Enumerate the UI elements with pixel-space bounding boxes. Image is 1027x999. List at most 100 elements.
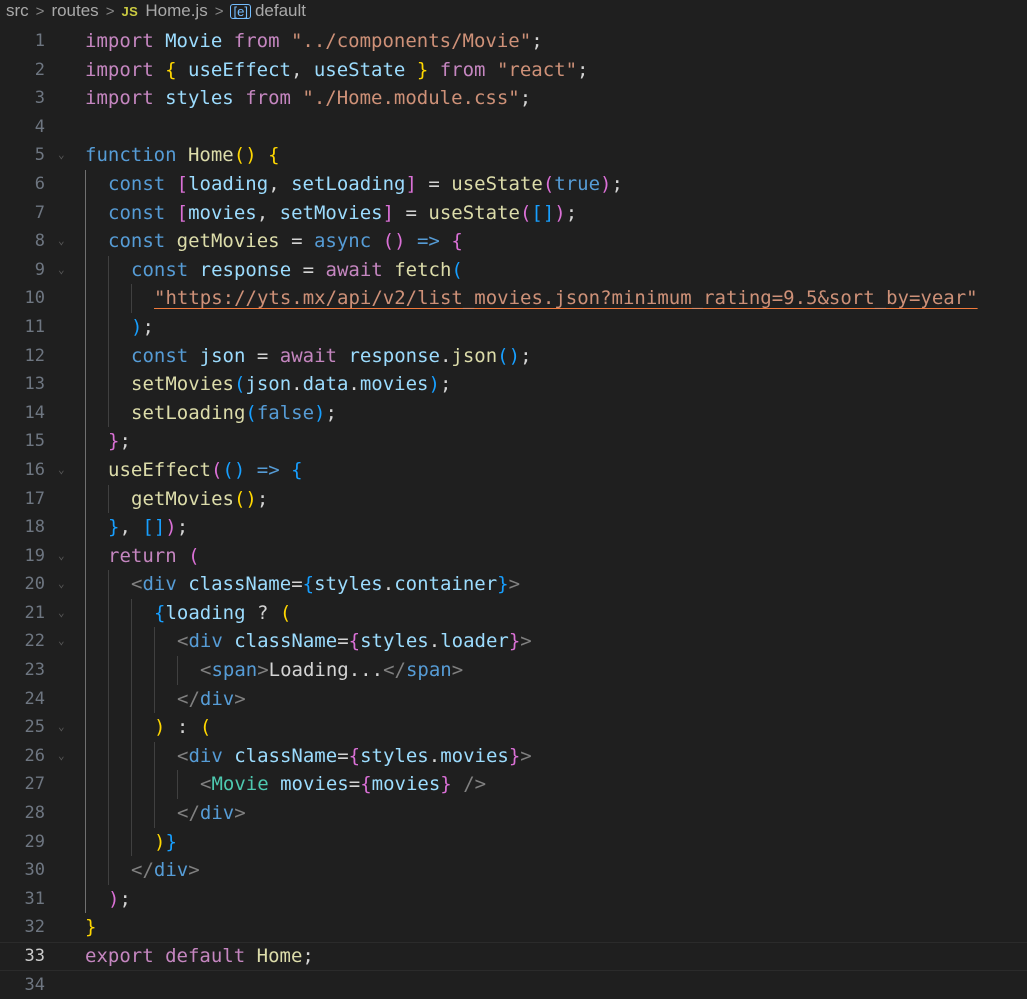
code-line[interactable]: 9 ⌄ const response = await fetch( — [0, 255, 1027, 285]
fold-chevron-icon[interactable]: ⌄ — [58, 627, 65, 656]
code-line[interactable]: 7 const [movies, setMovies] = useState([]… — [0, 198, 1027, 228]
code-line[interactable]: 11); — [0, 312, 1027, 342]
code-token: movies — [188, 201, 257, 224]
code-text[interactable]: <div className={styles.movies}> — [177, 742, 532, 771]
code-text[interactable]: setLoading(false); — [131, 399, 337, 428]
code-line[interactable]: 24 </div> — [0, 684, 1027, 714]
code-text[interactable]: ) : ( — [154, 713, 211, 742]
code-token: div — [142, 573, 177, 596]
code-line[interactable]: 8 ⌄ const getMovies = async () => { — [0, 227, 1027, 256]
code-line[interactable]: 28 </div> — [0, 799, 1027, 828]
code-token: getMovies — [131, 487, 234, 510]
code-line[interactable]: 29)} — [0, 827, 1027, 857]
code-line-current[interactable]: 33 export default Home; — [0, 942, 1027, 971]
code-line[interactable]: 1 import Movie from "../components/Movie"… — [0, 27, 1027, 56]
code-line[interactable]: 21 ⌄ {loading ? ( — [0, 598, 1027, 628]
code-line[interactable]: 2 import { useEffect, useState } from "re… — [0, 56, 1027, 85]
code-text[interactable]: export default Home; — [85, 942, 314, 971]
fold-chevron-icon[interactable]: ⌄ — [58, 570, 65, 599]
code-text[interactable]: useEffect(() => { — [108, 456, 303, 485]
code-line[interactable]: 3 import styles from "./Home.module.css"; — [0, 84, 1027, 113]
code-text[interactable]: <Movie movies={movies} /> — [200, 770, 486, 799]
indent-guide — [85, 455, 86, 485]
code-text[interactable]: const [movies, setMovies] = useState([])… — [108, 199, 577, 228]
breadcrumb-item-symbol[interactable]: [e] default — [230, 1, 306, 21]
indent-guide — [85, 770, 86, 800]
code-line[interactable]: 14 setLoading(false); — [0, 398, 1027, 428]
code-text[interactable]: } — [85, 913, 96, 942]
code-line[interactable]: 15}; — [0, 427, 1027, 456]
code-line[interactable]: 27 <Movie movies={movies} /> — [0, 770, 1027, 800]
fold-chevron-icon[interactable]: ⌄ — [58, 742, 65, 771]
code-line[interactable]: 34 — [0, 971, 1027, 999]
code-line[interactable]: 23 <span>Loading...</span> — [0, 656, 1027, 685]
line-number: 34 — [24, 974, 45, 995]
code-text[interactable]: </div> — [177, 685, 246, 714]
code-text[interactable]: import Movie from "../components/Movie"; — [85, 27, 543, 56]
code-text[interactable]: "https://yts.mx/api/v2/list_movies.json?… — [154, 284, 978, 313]
code-text[interactable]: }; — [108, 427, 131, 456]
fold-chevron-icon[interactable]: ⌄ — [58, 456, 65, 485]
code-line[interactable]: 30 </div> — [0, 856, 1027, 885]
code-line[interactable]: 31); — [0, 884, 1027, 914]
code-text[interactable]: <div className={styles.loader}> — [177, 627, 532, 656]
code-line[interactable]: 20 ⌄ <div className={styles.container}> — [0, 570, 1027, 599]
code-text[interactable]: function Home() { — [85, 141, 280, 170]
code-line[interactable]: 5 ⌄ function Home() { — [0, 141, 1027, 170]
code-token: . — [291, 373, 303, 396]
fold-chevron-icon[interactable]: ⌄ — [58, 256, 65, 285]
code-token: json — [199, 344, 246, 367]
code-line[interactable]: 10 "https://yts.mx/api/v2/list_movies.jso… — [0, 284, 1027, 313]
code-text[interactable]: <div className={styles.container}> — [131, 570, 520, 599]
code-text[interactable]: ); — [108, 885, 131, 914]
breadcrumb-item-src[interactable]: src — [0, 1, 29, 21]
code-token: </ — [383, 659, 406, 682]
code-line[interactable]: 17 getMovies(); — [0, 484, 1027, 514]
code-line[interactable]: 19 ⌄ return ( — [0, 541, 1027, 571]
code-token: => — [256, 458, 280, 481]
code-line[interactable]: 18}, []); — [0, 513, 1027, 542]
code-token: data — [302, 373, 349, 396]
code-text[interactable]: const response = await fetch( — [131, 256, 463, 285]
indent-guide — [85, 284, 86, 313]
code-line[interactable]: 12 const json = await response.json(); — [0, 341, 1027, 371]
code-line[interactable]: 25 ⌄) : ( — [0, 713, 1027, 742]
code-line[interactable]: 6 const [loading, setLoading] = useState(… — [0, 169, 1027, 199]
code-text[interactable]: const getMovies = async () => { — [108, 227, 463, 256]
breadcrumb-item-routes[interactable]: routes — [51, 1, 98, 21]
code-token: ; — [520, 344, 532, 367]
code-text[interactable]: ); — [131, 313, 154, 342]
code-token: Loading... — [268, 659, 384, 682]
code-text[interactable]: const [loading, setLoading] = useState(t… — [108, 170, 623, 199]
code-text[interactable]: setMovies(json.data.movies); — [131, 370, 451, 399]
code-line[interactable]: 22 ⌄ <div className={styles.loader}> — [0, 627, 1027, 657]
indent-guide — [108, 398, 109, 428]
code-token: import — [85, 30, 154, 52]
code-text[interactable]: getMovies(); — [131, 485, 268, 514]
code-text[interactable]: import styles from "./Home.module.css"; — [85, 84, 531, 113]
code-text[interactable]: </div> — [177, 799, 246, 828]
breadcrumb-item-file[interactable]: JS Home.js — [121, 1, 207, 21]
code-text[interactable]: {loading ? ( — [154, 599, 291, 628]
fold-chevron-icon[interactable]: ⌄ — [58, 713, 65, 742]
code-token: ] — [382, 201, 395, 224]
code-line[interactable]: 13 setMovies(json.data.movies); — [0, 370, 1027, 399]
code-text[interactable]: <span>Loading...</span> — [200, 656, 463, 685]
code-line[interactable]: 4 — [0, 113, 1027, 142]
fold-chevron-icon[interactable]: ⌄ — [58, 542, 65, 571]
fold-chevron-icon[interactable]: ⌄ — [58, 141, 65, 170]
code-editor[interactable]: 1 import Movie from "../components/Movie"… — [0, 27, 1027, 999]
code-text[interactable]: import { useEffect, useState } from "rea… — [85, 56, 588, 85]
code-token: > — [508, 573, 521, 596]
code-line[interactable]: 32} — [0, 913, 1027, 942]
code-line[interactable]: 26 ⌄ <div className={styles.movies}> — [0, 741, 1027, 771]
code-text[interactable]: )} — [154, 828, 177, 857]
fold-chevron-icon[interactable]: ⌄ — [58, 599, 65, 628]
code-line[interactable]: 16 ⌄ useEffect(() => { — [0, 455, 1027, 485]
fold-chevron-icon[interactable]: ⌄ — [58, 227, 65, 256]
code-text[interactable]: return ( — [108, 542, 200, 571]
code-text[interactable]: const json = await response.json(); — [131, 342, 532, 371]
code-token: ) — [154, 830, 166, 853]
code-text[interactable]: </div> — [131, 856, 200, 885]
code-text[interactable]: }, []); — [108, 513, 188, 542]
